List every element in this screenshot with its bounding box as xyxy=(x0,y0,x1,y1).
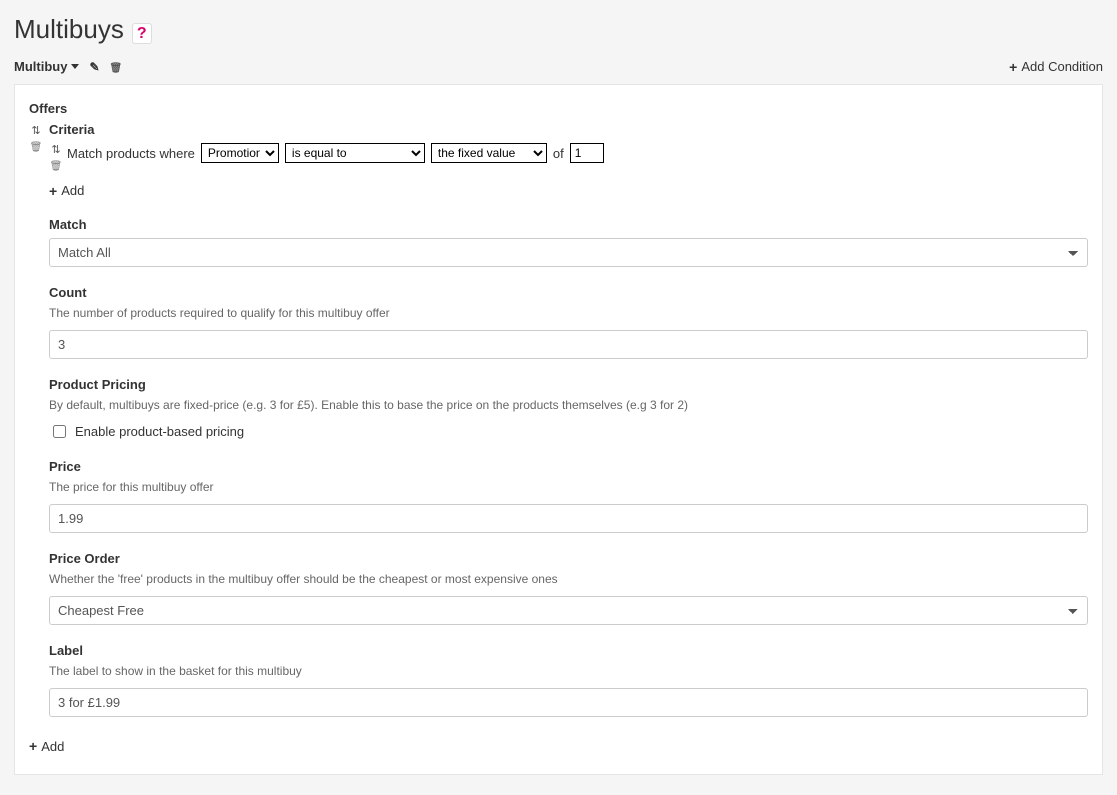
label-field-help: The label to show in the basket for this… xyxy=(49,664,1088,678)
plus-icon: + xyxy=(49,184,57,198)
rule-value-input[interactable] xyxy=(570,143,604,163)
page-title-row: Multibuys ? xyxy=(14,14,1103,45)
multibuy-dropdown[interactable]: Multibuy xyxy=(14,59,79,74)
label-input[interactable] xyxy=(49,688,1088,717)
plus-icon: + xyxy=(1009,60,1017,74)
sort-handle-icon[interactable] xyxy=(51,143,60,156)
match-select[interactable]: Match All xyxy=(49,238,1088,267)
add-criteria-button[interactable]: + Add xyxy=(49,183,84,198)
label-field: Label The label to show in the basket fo… xyxy=(49,643,1088,717)
count-field: Count The number of products required to… xyxy=(49,285,1088,359)
rule-field-select[interactable]: Promotion xyxy=(201,143,279,163)
price-order-field: Price Order Whether the 'free' products … xyxy=(49,551,1088,625)
add-offer-button[interactable]: + Add xyxy=(29,739,64,754)
criteria-rule-row: Match products where Promotion is equal … xyxy=(49,143,1088,163)
label-field-label: Label xyxy=(49,643,1088,658)
price-help: The price for this multibuy offer xyxy=(49,480,1088,494)
price-input[interactable] xyxy=(49,504,1088,533)
price-order-help: Whether the 'free' products in the multi… xyxy=(49,572,1088,586)
add-criteria-label: Add xyxy=(61,183,84,198)
edit-icon[interactable] xyxy=(89,60,99,74)
rule-valuetype-select[interactable]: the fixed value xyxy=(431,143,547,163)
count-input[interactable] xyxy=(49,330,1088,359)
price-field: Price The price for this multibuy offer xyxy=(49,459,1088,533)
add-offer-label: Add xyxy=(41,739,64,754)
match-label: Match xyxy=(49,217,1088,232)
trash-icon[interactable] xyxy=(30,141,43,153)
product-pricing-checkbox-label: Enable product-based pricing xyxy=(75,424,244,439)
product-pricing-help: By default, multibuys are fixed-price (e… xyxy=(49,398,1088,412)
product-pricing-field: Product Pricing By default, multibuys ar… xyxy=(49,377,1088,441)
rule-prefix-text: Match products where xyxy=(67,146,195,161)
delete-icon[interactable] xyxy=(110,60,123,74)
offers-card: Offers Criteria Match products where Pro… xyxy=(14,84,1103,775)
price-order-select[interactable]: Cheapest Free xyxy=(49,596,1088,625)
caret-down-icon xyxy=(71,64,79,69)
multibuy-dropdown-label: Multibuy xyxy=(14,59,67,74)
criteria-heading: Criteria xyxy=(49,122,1088,137)
sort-handle-icon[interactable] xyxy=(31,124,40,137)
plus-icon: + xyxy=(29,739,37,753)
trash-icon[interactable] xyxy=(50,160,63,172)
count-label: Count xyxy=(49,285,1088,300)
rule-of-text: of xyxy=(553,146,564,161)
page-title: Multibuys xyxy=(14,14,124,45)
add-condition-label: Add Condition xyxy=(1021,59,1103,74)
match-field: Match Match All xyxy=(49,217,1088,267)
price-order-label: Price Order xyxy=(49,551,1088,566)
price-label: Price xyxy=(49,459,1088,474)
product-pricing-label: Product Pricing xyxy=(49,377,1088,392)
count-help: The number of products required to quali… xyxy=(49,306,1088,320)
product-pricing-checkbox[interactable] xyxy=(53,425,66,438)
offers-heading: Offers xyxy=(29,101,1088,116)
toolbar: Multibuy + Add Condition xyxy=(14,59,1103,74)
help-icon[interactable]: ? xyxy=(132,23,152,44)
rule-operator-select[interactable]: is equal to xyxy=(285,143,425,163)
add-condition-button[interactable]: + Add Condition xyxy=(1009,59,1103,74)
